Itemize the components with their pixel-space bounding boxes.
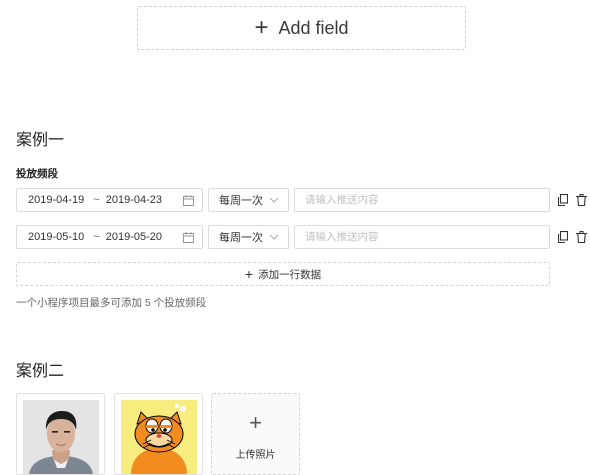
chevron-down-icon	[269, 234, 279, 240]
frequency-value: 每周一次	[219, 195, 263, 207]
photo-thumbnail[interactable]	[114, 393, 203, 475]
upload-photo-label: 上传照片	[235, 450, 276, 461]
chevron-down-icon	[269, 197, 279, 203]
calendar-icon	[183, 194, 194, 206]
case2-title: 案例二	[16, 363, 65, 380]
photo-thumbnail[interactable]	[16, 393, 105, 475]
plus-icon: +	[244, 266, 254, 282]
delete-icon[interactable]	[574, 193, 588, 207]
calendar-icon	[183, 231, 194, 243]
case1-title: 案例一	[16, 132, 65, 149]
date-range-separator: ~	[93, 194, 100, 206]
add-field-button[interactable]: + Add field	[137, 6, 466, 50]
add-row-label: 添加一行数据	[258, 268, 322, 281]
delete-icon[interactable]	[574, 230, 588, 244]
date-range-separator: ~	[93, 231, 100, 243]
date-range-picker[interactable]: 2019-04-19 ~ 2019-04-23	[16, 188, 203, 212]
frequency-select[interactable]: 每周一次	[208, 188, 289, 212]
end-date: 2019-04-23	[105, 194, 162, 206]
frequency-value: 每周一次	[219, 232, 263, 244]
frequency-field-label: 投放频段	[16, 168, 58, 180]
portrait-photo	[23, 400, 99, 474]
frequency-limit-hint: 一个小程序项目最多可添加 5 个投放频段	[16, 297, 207, 309]
plus-icon: +	[249, 410, 262, 435]
frequency-select[interactable]: 每周一次	[208, 225, 289, 249]
end-date: 2019-05-20	[105, 231, 162, 243]
plus-icon: +	[254, 14, 269, 41]
push-content-input[interactable]	[294, 188, 550, 212]
upload-photo-button[interactable]: + 上传照片	[211, 393, 300, 475]
copy-icon[interactable]	[556, 230, 570, 244]
add-row-button[interactable]: + 添加一行数据	[16, 262, 550, 286]
add-field-label: Add field	[278, 17, 349, 38]
date-range-picker[interactable]: 2019-05-10 ~ 2019-05-20	[16, 225, 203, 249]
push-content-input[interactable]	[294, 225, 550, 249]
start-date: 2019-04-19	[28, 194, 85, 206]
start-date: 2019-05-10	[28, 231, 85, 243]
cartoon-cat-image	[121, 400, 197, 474]
copy-icon[interactable]	[556, 193, 570, 207]
